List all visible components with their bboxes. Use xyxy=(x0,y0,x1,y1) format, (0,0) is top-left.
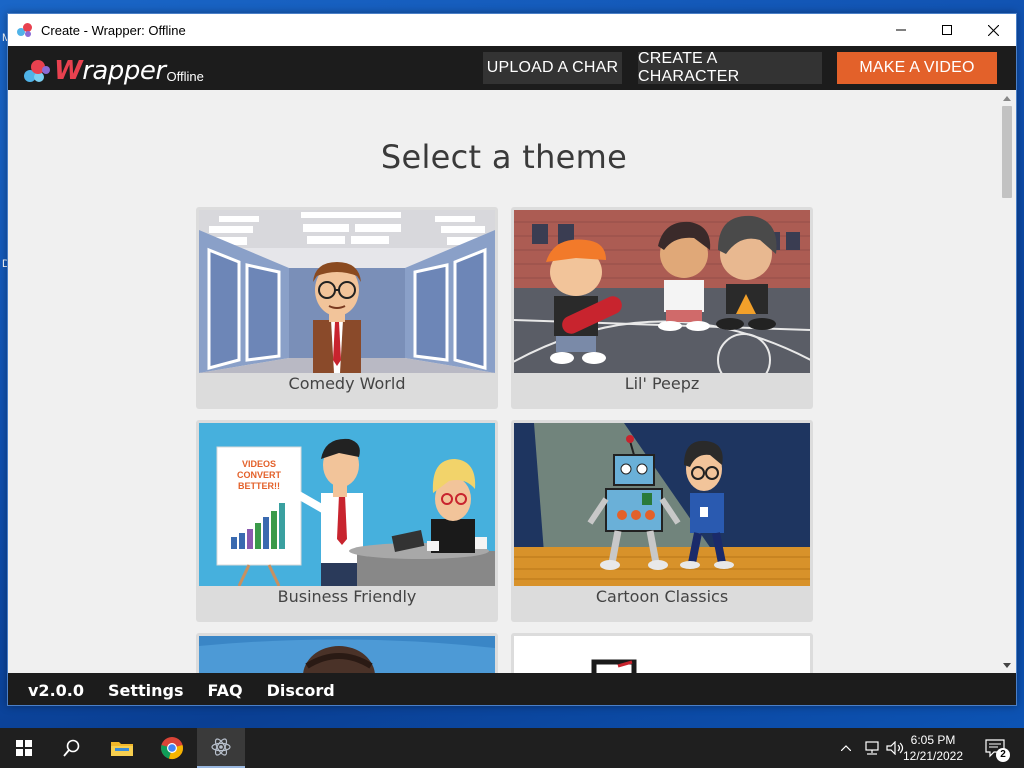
theme-card-comedy-world[interactable]: Comedy World xyxy=(196,207,498,409)
theme-card-partial[interactable] xyxy=(196,633,498,673)
theme-label: Comedy World xyxy=(288,374,406,393)
chart-sign-text: VIDEOS CONVERT BETTER!! xyxy=(236,459,281,491)
theme-card-lil-peepz[interactable]: Lil' Peepz xyxy=(511,207,813,409)
theme-card-business-friendly[interactable]: VIDEOS CONVERT BETTER!! Business Friendl… xyxy=(196,420,498,622)
start-button[interactable] xyxy=(0,728,48,768)
logo-rest: rapper xyxy=(82,56,166,86)
taskbar-clock[interactable]: 6:05 PM 12/21/2022 xyxy=(896,732,970,764)
chrome-icon xyxy=(161,737,183,759)
wrapper-logo[interactable]: Wrapper Offline xyxy=(22,50,204,86)
settings-link[interactable]: Settings xyxy=(108,681,184,700)
scroll-up-button[interactable] xyxy=(998,90,1016,106)
make-video-button[interactable]: MAKE A VIDEO xyxy=(837,52,997,84)
app-window: Create - Wrapper: Offline Wrapper Offlin… xyxy=(7,13,1017,706)
action-center-button[interactable]: 2 xyxy=(978,728,1012,768)
logo-bubbles-icon xyxy=(22,56,52,86)
theme-card-cartoon-classics[interactable]: Cartoon Classics xyxy=(511,420,813,622)
logo-w: W xyxy=(54,56,83,86)
content-scrollbar[interactable] xyxy=(998,90,1016,673)
chevron-down-icon xyxy=(1003,662,1011,668)
folder-icon xyxy=(111,742,133,756)
clock-date: 12/21/2022 xyxy=(902,749,964,763)
network-icon xyxy=(865,741,879,755)
logo-wordmark: Wrapper xyxy=(54,56,166,86)
taskbar-chrome[interactable] xyxy=(148,728,196,768)
app-icon xyxy=(16,21,34,39)
theme-card-partial[interactable] xyxy=(511,633,813,673)
taskbar-wrapper-app[interactable] xyxy=(197,728,245,768)
page-title: Select a theme xyxy=(380,138,628,176)
logo-subtitle: Offline xyxy=(166,69,204,84)
taskbar-file-explorer[interactable] xyxy=(98,728,146,768)
theme-thumbnail xyxy=(514,423,810,586)
minimize-button[interactable] xyxy=(878,14,924,46)
clock-time: 6:05 PM xyxy=(910,733,956,747)
discord-link[interactable]: Discord xyxy=(267,681,335,700)
close-button[interactable] xyxy=(970,14,1016,46)
faq-link[interactable]: FAQ xyxy=(208,681,243,700)
app-footer: v2.0.0 Settings FAQ Discord xyxy=(8,673,1016,705)
window-title: Create - Wrapper: Offline xyxy=(41,22,186,38)
theme-label: Lil' Peepz xyxy=(624,374,700,393)
upload-char-button[interactable]: UPLOAD A CHAR xyxy=(483,52,622,84)
electron-icon xyxy=(211,738,231,756)
theme-label: Cartoon Classics xyxy=(595,587,729,606)
close-icon xyxy=(987,24,999,36)
chevron-up-icon xyxy=(1003,95,1011,101)
search-button[interactable] xyxy=(48,728,96,768)
theme-thumbnail: VIDEOS CONVERT BETTER!! xyxy=(199,423,495,586)
search-icon xyxy=(63,739,80,757)
theme-label: Business Friendly xyxy=(277,587,417,606)
theme-list[interactable]: Select a theme Comedy World Lil' Peepz V… xyxy=(8,90,1000,673)
version-label: v2.0.0 xyxy=(28,680,84,700)
taskbar: 6:05 PM 12/21/2022 2 xyxy=(0,728,1024,768)
create-character-button[interactable]: CREATE A CHARACTER xyxy=(638,50,822,85)
scroll-down-button[interactable] xyxy=(998,657,1016,673)
scrollbar-thumb[interactable] xyxy=(1002,106,1012,198)
app-header: Wrapper Offline UPLOAD A CHAR CREATE A C… xyxy=(8,46,1016,90)
theme-thumbnail xyxy=(199,636,495,673)
window-titlebar[interactable]: Create - Wrapper: Offline xyxy=(8,14,1016,46)
minimize-icon xyxy=(896,29,906,31)
windows-logo-icon xyxy=(16,740,32,756)
chevron-up-icon xyxy=(841,745,851,751)
maximize-button[interactable] xyxy=(924,14,970,46)
theme-thumbnail xyxy=(514,210,810,373)
show-hidden-icons-button[interactable] xyxy=(836,728,856,768)
network-tray[interactable] xyxy=(860,728,884,768)
theme-thumbnail xyxy=(514,636,810,673)
maximize-icon xyxy=(942,25,952,35)
theme-thumbnail xyxy=(199,210,495,373)
notification-count-badge: 2 xyxy=(996,748,1010,762)
